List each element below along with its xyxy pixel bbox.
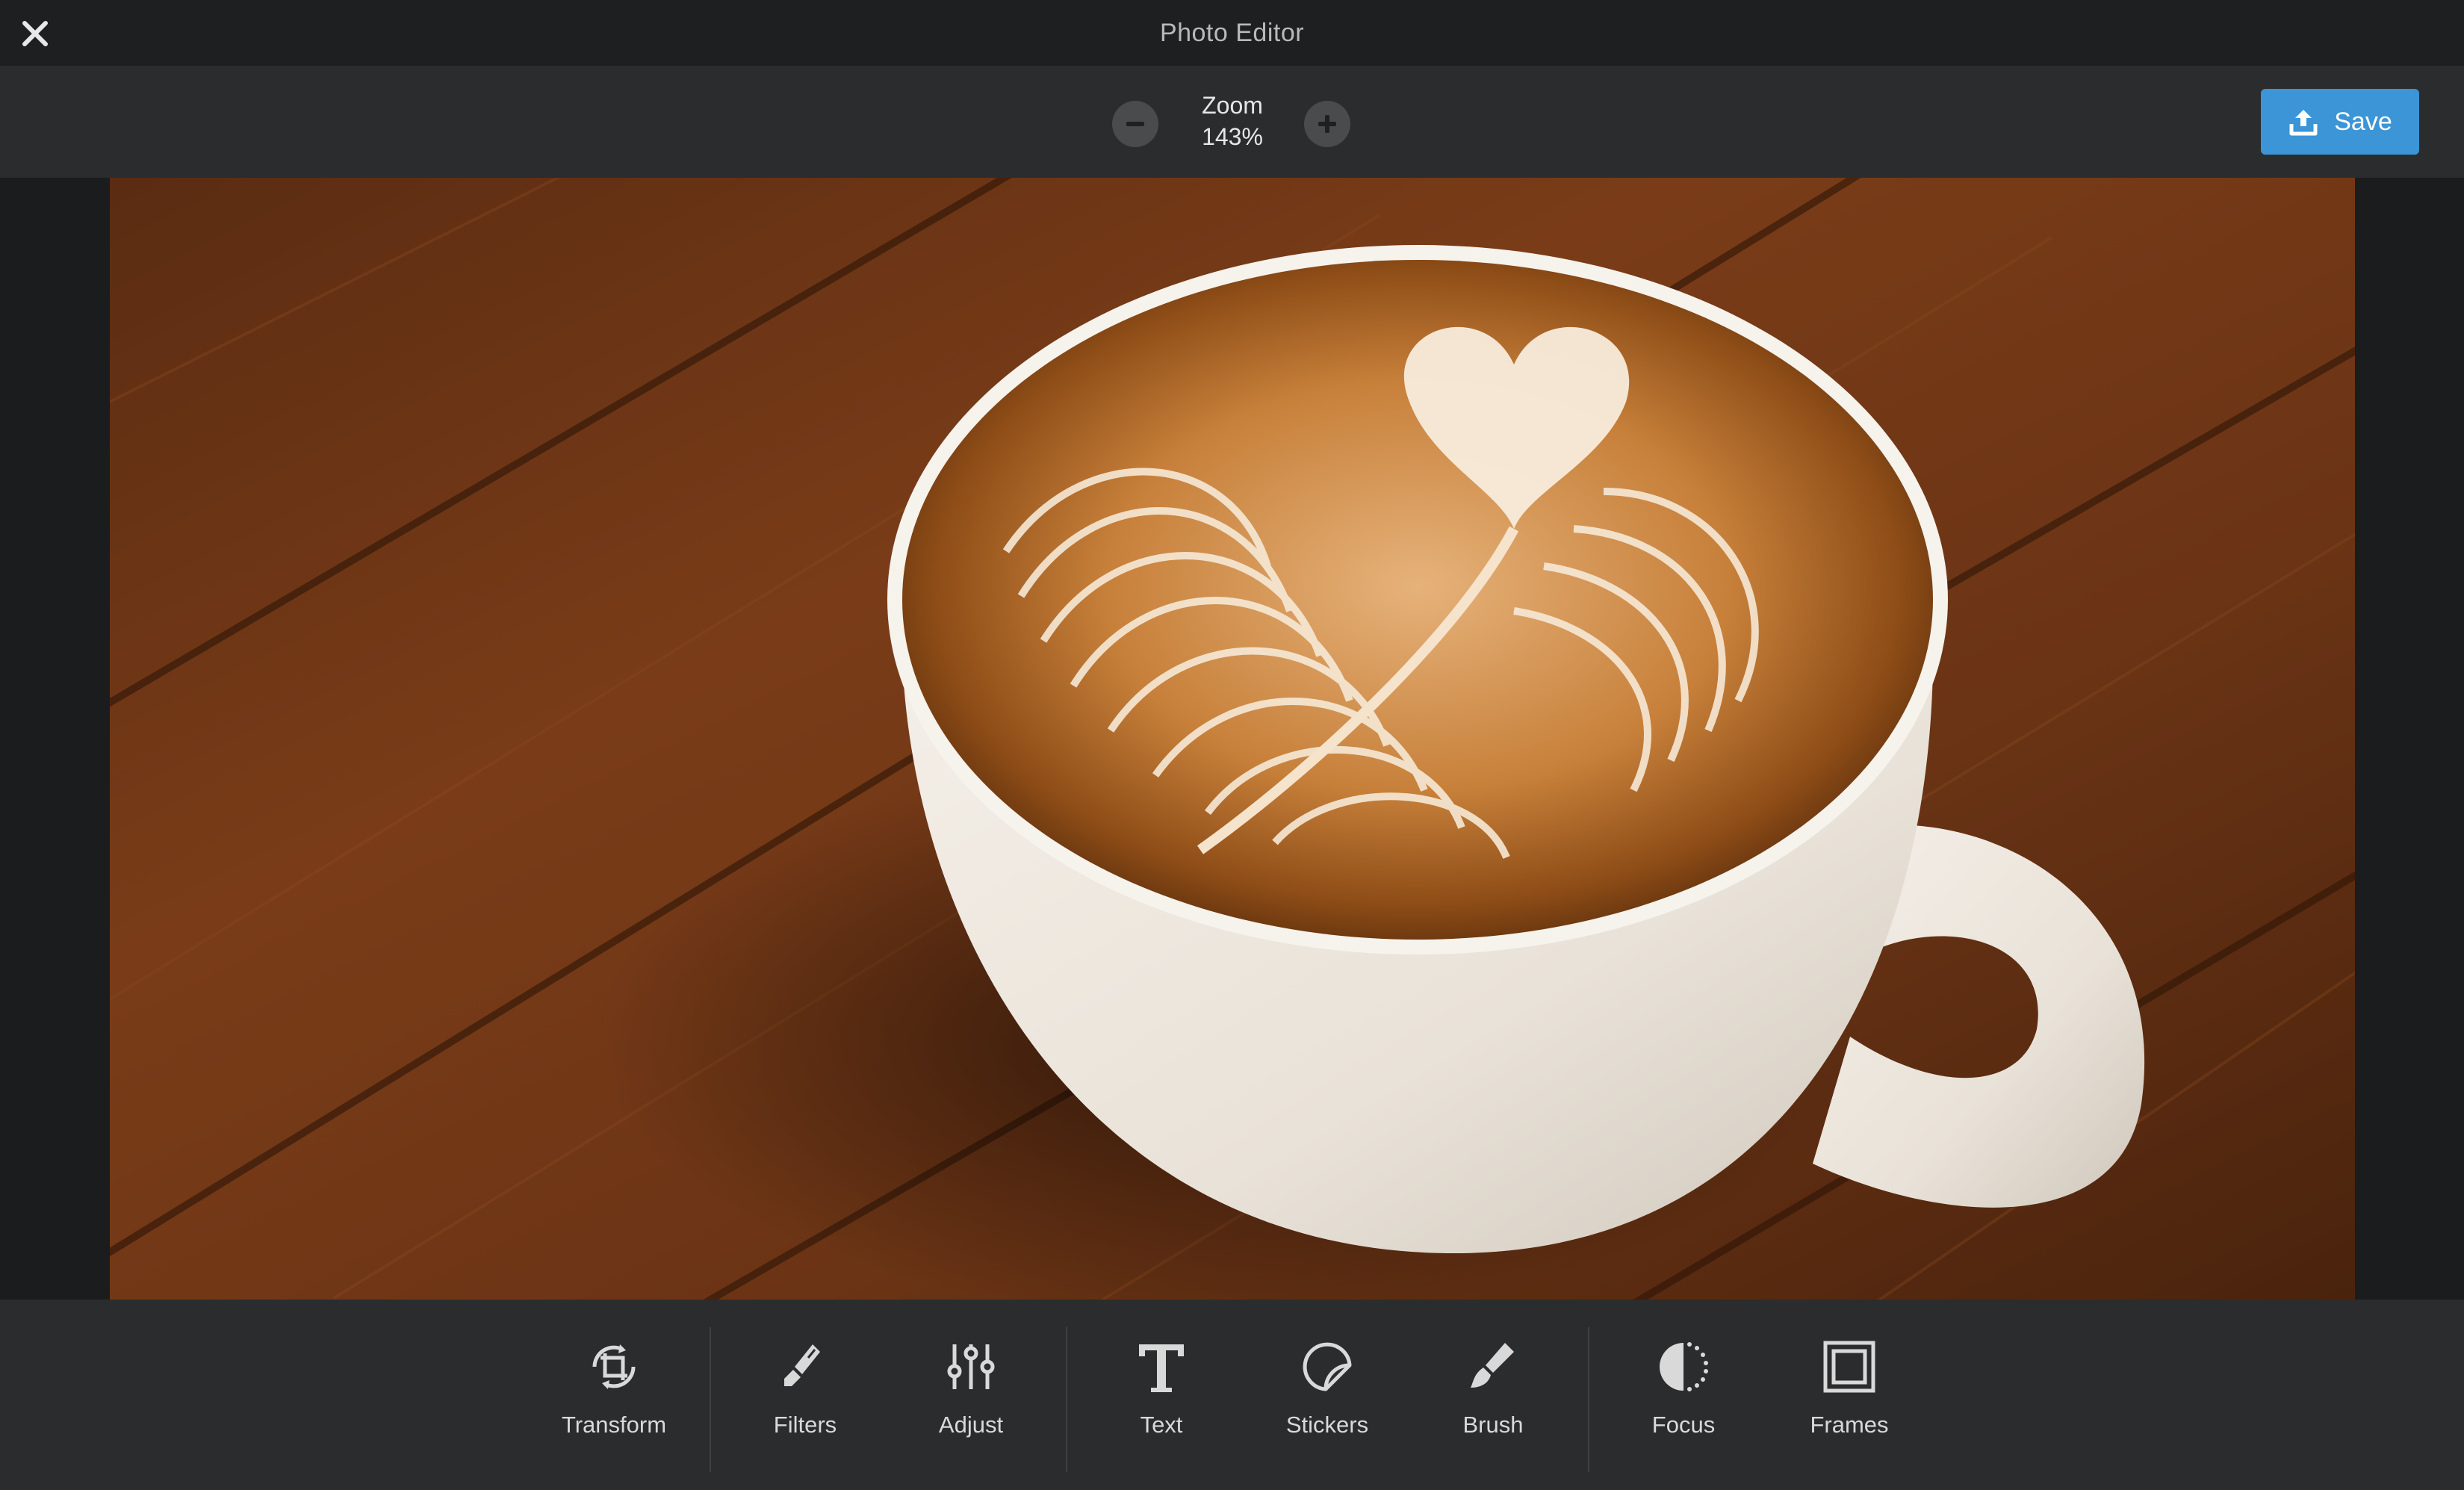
filters-icon	[784, 1344, 820, 1386]
top-toolbar: Zoom 143% Save	[0, 66, 2464, 178]
tool-text-label: Text	[1140, 1412, 1183, 1438]
tool-transform[interactable]: Transform	[539, 1335, 689, 1455]
transform-icon	[592, 1344, 636, 1389]
tool-adjust-label: Adjust	[938, 1412, 1004, 1438]
tool-transform-label: Transform	[561, 1412, 667, 1438]
tool-frames[interactable]: Frames	[1775, 1335, 1924, 1455]
tool-divider	[1066, 1327, 1067, 1472]
tool-brush-label: Brush	[1462, 1412, 1524, 1438]
tool-text[interactable]: Text	[1087, 1335, 1236, 1455]
tool-focus[interactable]: Focus	[1609, 1335, 1758, 1455]
coffee-photo	[110, 178, 2355, 1300]
window-title: Photo Editor	[1159, 19, 1305, 47]
minus-icon	[1126, 122, 1144, 126]
focus-icon	[1660, 1342, 1708, 1391]
tool-divider	[710, 1327, 711, 1472]
tool-stickers-label: Stickers	[1285, 1412, 1369, 1438]
photo-editor-app: Photo Editor Zoom 143% Save Transform Fi…	[0, 0, 2464, 1490]
tool-brush[interactable]: Brush	[1418, 1335, 1568, 1455]
zoom-in-button[interactable]	[1304, 101, 1350, 147]
tool-stickers[interactable]: Stickers	[1253, 1335, 1402, 1455]
tool-divider	[1588, 1327, 1589, 1472]
tool-adjust[interactable]: Adjust	[896, 1335, 1046, 1455]
tool-frames-label: Frames	[1810, 1412, 1889, 1438]
tool-filters[interactable]: Filters	[730, 1335, 880, 1455]
adjust-icon	[947, 1344, 995, 1389]
plus-icon	[1318, 115, 1336, 133]
zoom-label: Zoom	[1202, 92, 1263, 119]
zoom-out-button[interactable]	[1112, 101, 1158, 147]
save-label: Save	[2334, 107, 2392, 136]
upload-icon	[2289, 110, 2318, 136]
save-button[interactable]: Save	[2261, 89, 2419, 155]
photo-preview[interactable]	[110, 178, 2355, 1300]
editor-canvas[interactable]	[0, 178, 2464, 1300]
tools-bar: Transform Filters Adjust Text Stickers B…	[0, 1300, 2464, 1490]
stickers-icon	[1303, 1342, 1352, 1391]
zoom-value: 143%	[1202, 123, 1263, 150]
tool-filters-label: Filters	[773, 1412, 837, 1438]
zoom-control: Zoom 143%	[1105, 66, 1359, 178]
zoom-readout: Zoom 143%	[1165, 90, 1300, 152]
brush-icon	[1471, 1343, 1514, 1388]
title-bar: Photo Editor	[0, 0, 2464, 66]
text-icon	[1139, 1344, 1184, 1392]
frames-icon	[1823, 1341, 1875, 1393]
tool-focus-label: Focus	[1651, 1412, 1716, 1438]
